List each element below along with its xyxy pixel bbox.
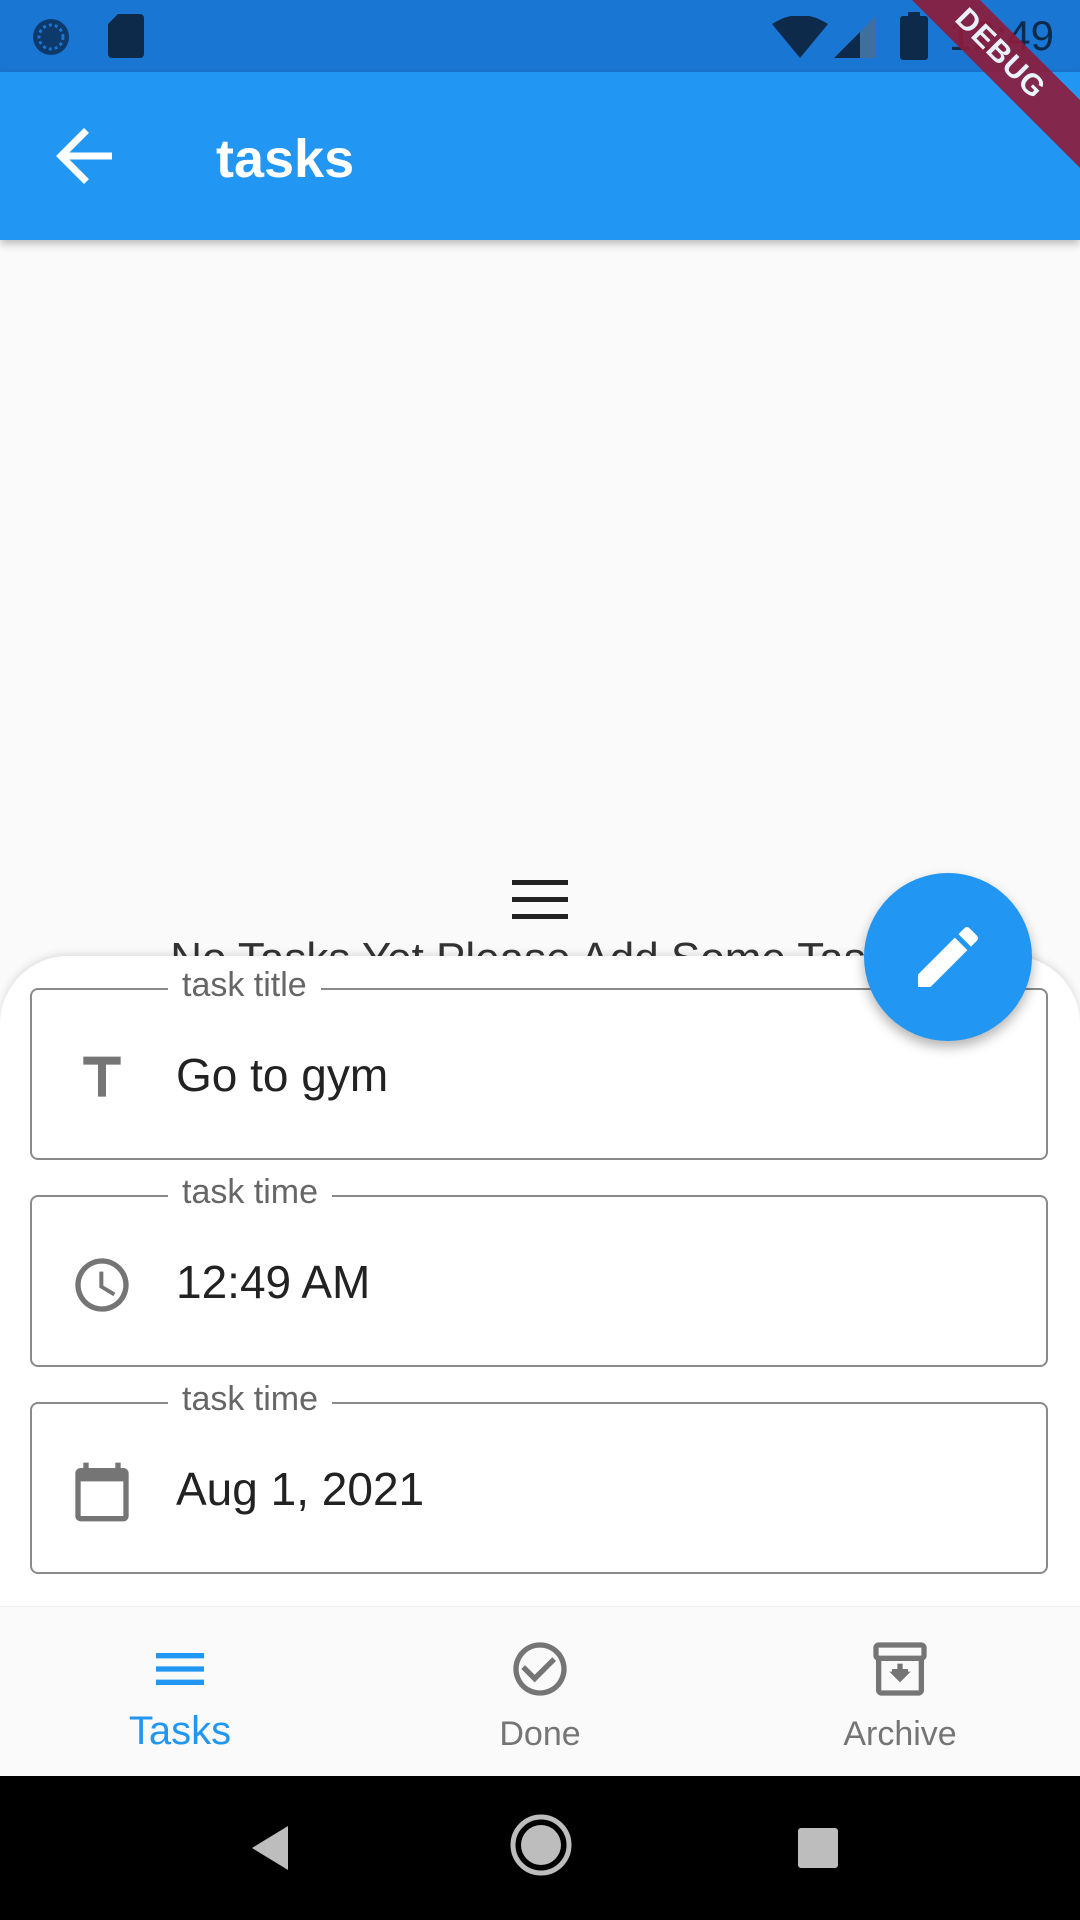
menu-icon <box>156 1653 204 1685</box>
task-date-input[interactable] <box>176 1462 996 1516</box>
menu-icon <box>512 880 568 919</box>
clock-icon <box>75 1258 129 1312</box>
battery-icon <box>900 12 928 60</box>
nav-label-done: Done <box>499 1715 581 1753</box>
calendar-icon <box>75 1462 129 1522</box>
nav-label-archive: Archive <box>843 1715 957 1753</box>
app-bar: tasks <box>0 72 1080 240</box>
task-time-field[interactable]: task time <box>30 1173 1048 1367</box>
task-title-input[interactable] <box>176 1048 996 1102</box>
task-date-field[interactable]: task time <box>30 1380 1048 1574</box>
archive-icon <box>873 1642 927 1696</box>
edit-fab-button[interactable] <box>864 873 1032 1041</box>
nav-label-tasks: Tasks <box>128 1709 232 1753</box>
check-circle-icon <box>513 1642 567 1696</box>
task-date-label: task time <box>168 1380 333 1419</box>
page-title: tasks <box>216 129 355 189</box>
arrow-back-icon <box>56 128 112 184</box>
edit-icon <box>918 926 979 987</box>
nav-item-tasks[interactable]: Tasks <box>0 1607 360 1777</box>
task-time-input[interactable] <box>176 1255 996 1309</box>
system-recents-icon[interactable] <box>786 1816 850 1880</box>
system-back-icon[interactable] <box>240 1816 304 1880</box>
title-icon <box>83 1056 121 1097</box>
wifi-icon <box>772 16 828 58</box>
task-title-label: task title <box>168 966 321 1005</box>
signal-icon <box>834 16 876 58</box>
system-home-icon[interactable] <box>506 1810 576 1880</box>
sync-icon <box>33 19 69 55</box>
sd-card-icon <box>108 14 144 58</box>
nav-item-archive[interactable]: Archive <box>720 1607 1080 1777</box>
status-bar: 12:49 <box>0 0 1080 72</box>
back-button[interactable] <box>42 114 126 198</box>
nav-item-done[interactable]: Done <box>360 1607 720 1777</box>
task-time-label: task time <box>168 1173 333 1212</box>
system-navigation-bar <box>0 1776 1080 1920</box>
add-task-sheet: task title task time task time <box>0 956 1080 1606</box>
bottom-navigation: Tasks Done Archive <box>0 1606 1080 1777</box>
